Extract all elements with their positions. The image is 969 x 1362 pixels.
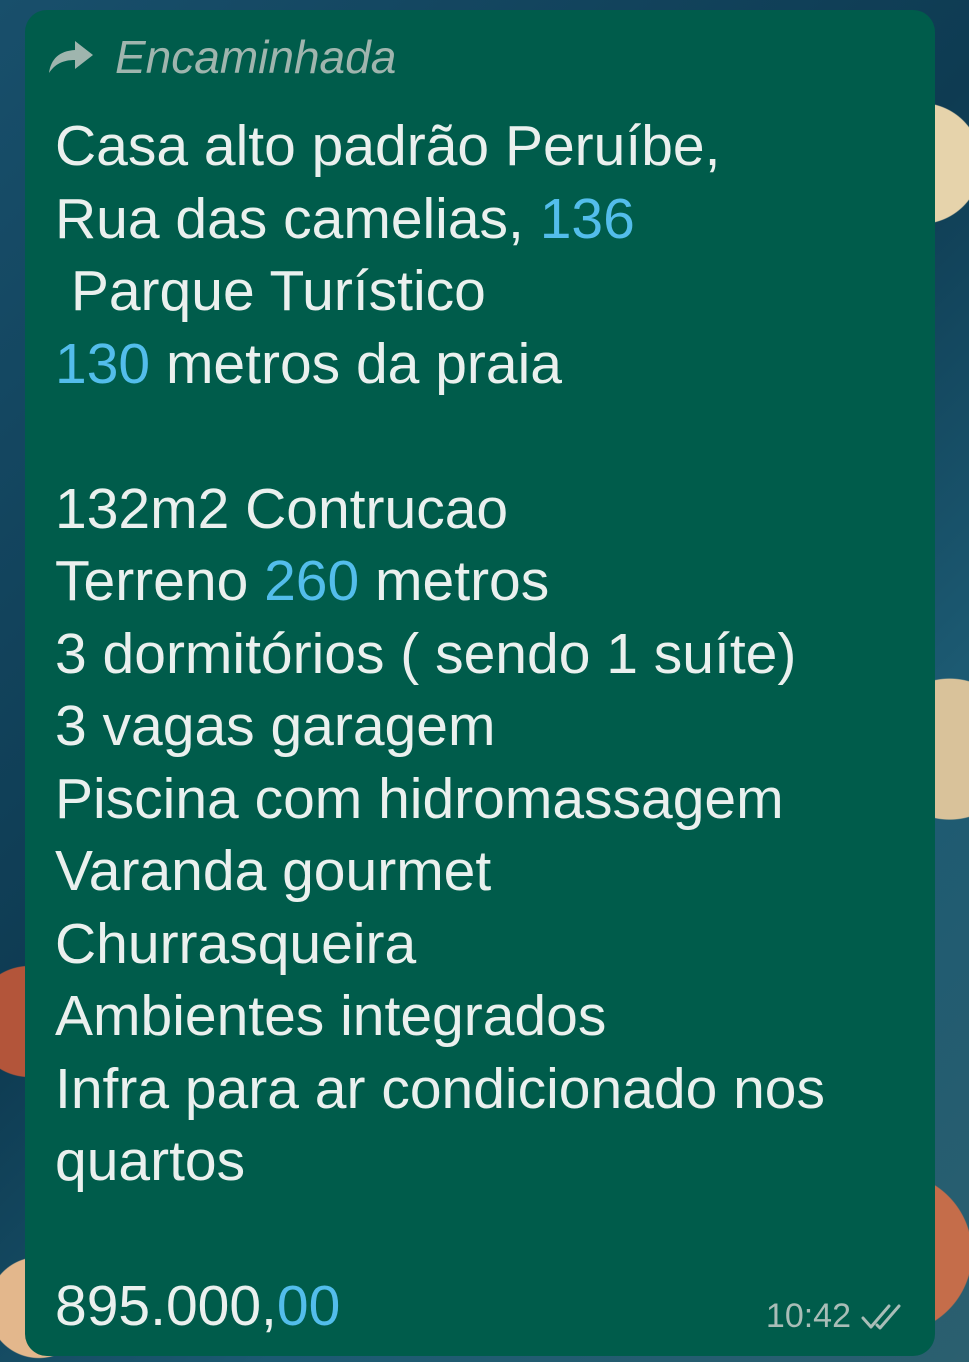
- message-line: Infra para ar condicionado nos: [55, 1053, 915, 1126]
- message-line: Rua das camelias, 136: [55, 183, 915, 256]
- message-text-segment: 132m2 Contrucao: [55, 476, 509, 541]
- message-line: Terreno 260 metros: [55, 545, 915, 618]
- message-text-segment: quartos: [55, 1129, 246, 1193]
- message-line: 3 vagas garagem: [55, 690, 915, 763]
- message-line: [55, 400, 915, 473]
- message-text-segment: Terreno: [55, 549, 265, 613]
- chat-wallpaper: Encaminhada Casa alto padrão Peruíbe, Rua…: [0, 0, 969, 1362]
- phone-number-link[interactable]: 260: [264, 549, 359, 613]
- message-text-segment: Rua das camelias,: [55, 186, 540, 251]
- message-text-segment: Casa alto padrão Peruíbe,: [55, 114, 721, 178]
- message-text-segment: metros: [359, 549, 550, 613]
- message-line: Casa alto padrão Peruíbe,: [55, 110, 915, 183]
- message-text-segment: Parque Turístico: [55, 259, 486, 323]
- message-line: Piscina com hidromassagem: [55, 763, 915, 836]
- message-line: 130 metros da praia: [55, 328, 915, 401]
- phone-number-link[interactable]: 136: [540, 187, 635, 251]
- message-text-segment: metros da praia: [150, 331, 562, 396]
- message-text-segment: Piscina com hidromassagem: [55, 766, 784, 831]
- message-line: [55, 1198, 915, 1271]
- message-meta: 10:42: [766, 1297, 907, 1336]
- message-text-segment: 3 vagas garagem: [55, 694, 496, 758]
- double-check-icon: [861, 1304, 901, 1329]
- phone-number-link[interactable]: 130: [55, 332, 150, 396]
- message-line: Parque Turístico: [55, 255, 915, 328]
- message-line: 132m2 Contrucao: [55, 473, 915, 546]
- message-text-segment: Infra para ar condicionado nos: [55, 1056, 826, 1121]
- message-line: 3 dormitórios ( sendo 1 suíte): [55, 618, 915, 691]
- message-line: Churrasqueira: [55, 908, 915, 981]
- message-line: quartos: [55, 1125, 915, 1198]
- message-text-segment: 895.000,: [55, 1274, 277, 1338]
- forward-arrow-icon: [49, 41, 93, 73]
- message-time: 10:42: [765, 1297, 851, 1335]
- message-line: Varanda gourmet: [55, 835, 915, 908]
- message-text-segment: 3 dormitórios ( sendo 1 suíte): [55, 621, 797, 686]
- message-text-segment: Churrasqueira: [55, 911, 417, 976]
- message-text-segment: Ambientes integrados: [55, 984, 607, 1048]
- forwarded-header: Encaminhada: [47, 31, 397, 83]
- message-line: Ambientes integrados: [55, 980, 915, 1053]
- phone-number-link[interactable]: 00: [277, 1274, 340, 1338]
- message-text: Casa alto padrão Peruíbe, Rua das camelia…: [55, 110, 915, 1343]
- message-bubble[interactable]: Encaminhada Casa alto padrão Peruíbe, Rua…: [25, 10, 935, 1356]
- forwarded-label: Encaminhada: [115, 31, 397, 83]
- message-text-segment: Varanda gourmet: [55, 839, 492, 903]
